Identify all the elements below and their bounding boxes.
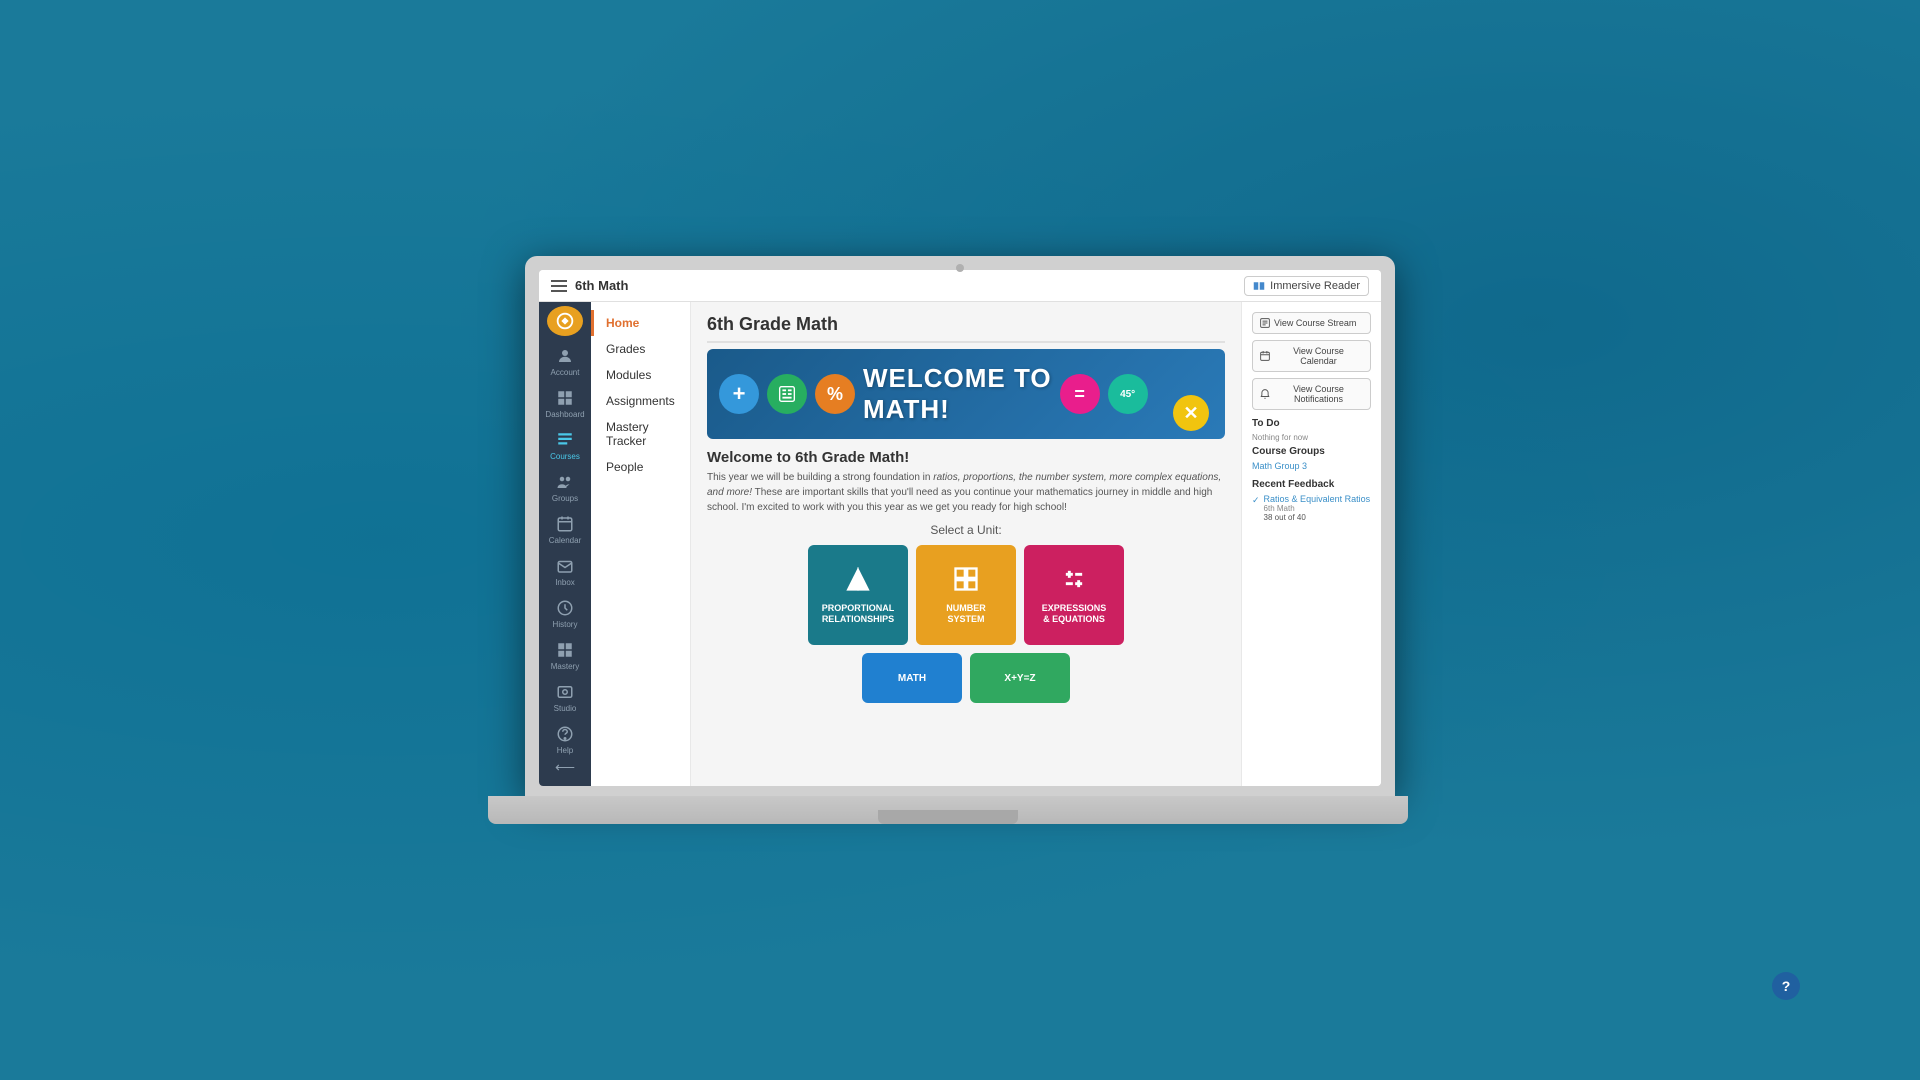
- question-button[interactable]: ?: [1772, 972, 1800, 1000]
- course-groups-title: Course Groups: [1252, 446, 1371, 457]
- select-unit-label: Select a Unit:: [707, 523, 1225, 537]
- top-bar-title: 6th Math: [575, 278, 628, 293]
- calendar-icon: [554, 513, 576, 535]
- view-course-calendar-button[interactable]: View Course Calendar: [1252, 340, 1371, 372]
- logo-icon: [554, 310, 576, 332]
- units-grid: PROPORTIONALRELATIONSHIPS NUMBERSYSTEM: [707, 545, 1225, 645]
- sidebar-logo[interactable]: [547, 306, 583, 336]
- cal-icon: [1260, 351, 1270, 361]
- unit-math-label: MATH: [898, 673, 926, 684]
- unit-card-math[interactable]: MATH: [862, 653, 962, 703]
- unit-card-algebra[interactable]: X+Y=Z: [970, 653, 1070, 703]
- feedback-course: 6th Math: [1264, 504, 1371, 513]
- laptop-base: [488, 796, 1408, 824]
- stream-btn-label: View Course Stream: [1274, 318, 1356, 328]
- mastery-icon: [554, 639, 576, 661]
- sidebar-item-inbox-label: Inbox: [555, 578, 575, 587]
- course-title: 6th Grade Math: [707, 314, 1225, 343]
- sidebar-item-calendar-label: Calendar: [549, 536, 581, 545]
- course-welcome-heading: Welcome to 6th Grade Math!: [707, 449, 1225, 466]
- dashboard-icon: [554, 387, 576, 409]
- units-row2: MATH X+Y=Z: [707, 653, 1225, 703]
- history-icon: [554, 597, 576, 619]
- sidebar-item-studio-label: Studio: [554, 704, 577, 713]
- groups-icon: [554, 471, 576, 493]
- banner-icon-angle: 45°: [1108, 374, 1148, 414]
- immersive-reader-icon: [1253, 280, 1265, 292]
- sidebar-collapse-button[interactable]: ⟵: [555, 759, 575, 782]
- sidebar-item-inbox[interactable]: Inbox: [539, 550, 591, 592]
- banner-icon-percent: %: [815, 374, 855, 414]
- number-system-icon: [952, 565, 980, 599]
- top-bar: 6th Math Immersive Reader: [539, 270, 1381, 302]
- left-nav-modules[interactable]: Modules: [591, 362, 690, 388]
- sidebar-item-groups-label: Groups: [552, 494, 578, 503]
- sidebar-item-account-label: Account: [551, 368, 580, 377]
- left-nav-grades[interactable]: Grades: [591, 336, 690, 362]
- account-icon: [554, 345, 576, 367]
- to-do-title: To Do: [1252, 418, 1371, 429]
- welcome-banner: + % WELCOME TOMATH! = 45° ✕: [707, 349, 1225, 439]
- main-content: 6th Grade Math + % WELCOME TOMATH! =: [691, 302, 1241, 786]
- sidebar-item-courses[interactable]: Courses: [539, 424, 591, 466]
- sidebar-item-mastery-label: Mastery: [551, 662, 579, 671]
- number-system-label: NUMBERSYSTEM: [946, 603, 986, 625]
- left-nav-home[interactable]: Home: [591, 310, 690, 336]
- sidebar-item-studio[interactable]: Studio: [539, 676, 591, 718]
- hamburger-menu[interactable]: [551, 280, 567, 292]
- left-nav: Home Grades Modules Assignments Mastery …: [591, 302, 691, 786]
- courses-icon: [554, 429, 576, 451]
- expressions-label: EXPRESSIONS& EQUATIONS: [1042, 603, 1107, 625]
- sidebar-item-dashboard-label: Dashboard: [545, 410, 584, 419]
- unit-card-expressions[interactable]: EXPRESSIONS& EQUATIONS: [1024, 545, 1124, 645]
- immersive-reader-button[interactable]: Immersive Reader: [1244, 276, 1369, 296]
- feedback-item: ✓ Ratios & Equivalent Ratios 6th Math 38…: [1252, 494, 1371, 522]
- sidebar-item-help-label: Help: [557, 746, 573, 755]
- unit-card-number-system[interactable]: NUMBERSYSTEM: [916, 545, 1016, 645]
- banner-icons: + % WELCOME TOMATH! = 45°: [719, 363, 1148, 425]
- calendar-btn-label: View Course Calendar: [1274, 346, 1363, 366]
- left-nav-mastery-tracker[interactable]: Mastery Tracker: [591, 414, 690, 454]
- unit-card-proportional[interactable]: PROPORTIONALRELATIONSHIPS: [808, 545, 908, 645]
- stream-icon: [1260, 318, 1270, 328]
- sidebar-item-help[interactable]: Help: [539, 718, 591, 759]
- proportional-label: PROPORTIONALRELATIONSHIPS: [822, 603, 895, 625]
- unit-algebra-label: X+Y=Z: [1004, 673, 1035, 684]
- sidebar-item-history[interactable]: History: [539, 592, 591, 634]
- banner-icon-equals: =: [1060, 374, 1100, 414]
- sidebar-item-groups[interactable]: Groups: [539, 466, 591, 508]
- welcome-banner-text: WELCOME TOMATH!: [863, 363, 1052, 425]
- feedback-name[interactable]: Ratios & Equivalent Ratios: [1264, 494, 1371, 504]
- notif-icon: [1260, 389, 1270, 399]
- feedback-checkmark: ✓: [1252, 495, 1260, 506]
- inbox-icon: [554, 555, 576, 577]
- right-panel: View Course Stream View Course Calendar …: [1241, 302, 1381, 786]
- left-nav-people[interactable]: People: [591, 454, 690, 480]
- view-course-stream-button[interactable]: View Course Stream: [1252, 312, 1371, 334]
- studio-icon: [554, 681, 576, 703]
- immersive-reader-label: Immersive Reader: [1270, 280, 1360, 292]
- group-link[interactable]: Math Group 3: [1252, 461, 1371, 471]
- notifications-btn-label: View Course Notifications: [1274, 384, 1363, 404]
- sidebar-item-account[interactable]: Account: [539, 340, 591, 382]
- feedback-score: 38 out of 40: [1264, 513, 1371, 522]
- left-nav-assignments[interactable]: Assignments: [591, 388, 690, 414]
- view-course-notifications-button[interactable]: View Course Notifications: [1252, 378, 1371, 410]
- banner-icon-x: ✕: [1173, 395, 1209, 431]
- feedback-details: Ratios & Equivalent Ratios 6th Math 38 o…: [1264, 494, 1371, 522]
- banner-icon-plus: +: [719, 374, 759, 414]
- course-description: This year we will be building a strong f…: [707, 470, 1225, 515]
- recent-feedback-title: Recent Feedback: [1252, 479, 1371, 490]
- banner-icon-calc: [767, 374, 807, 414]
- help-icon: [554, 723, 576, 745]
- sidebar: Account Dashboard Course: [539, 302, 591, 786]
- sidebar-item-mastery[interactable]: Mastery: [539, 634, 591, 676]
- sidebar-item-dashboard[interactable]: Dashboard: [539, 382, 591, 424]
- expressions-icon: [1060, 565, 1088, 599]
- sidebar-item-calendar[interactable]: Calendar: [539, 508, 591, 550]
- sidebar-item-courses-label: Courses: [550, 452, 580, 461]
- proportional-icon: [844, 565, 872, 599]
- nothing-for-now: Nothing for now: [1252, 433, 1371, 442]
- sidebar-item-history-label: History: [553, 620, 578, 629]
